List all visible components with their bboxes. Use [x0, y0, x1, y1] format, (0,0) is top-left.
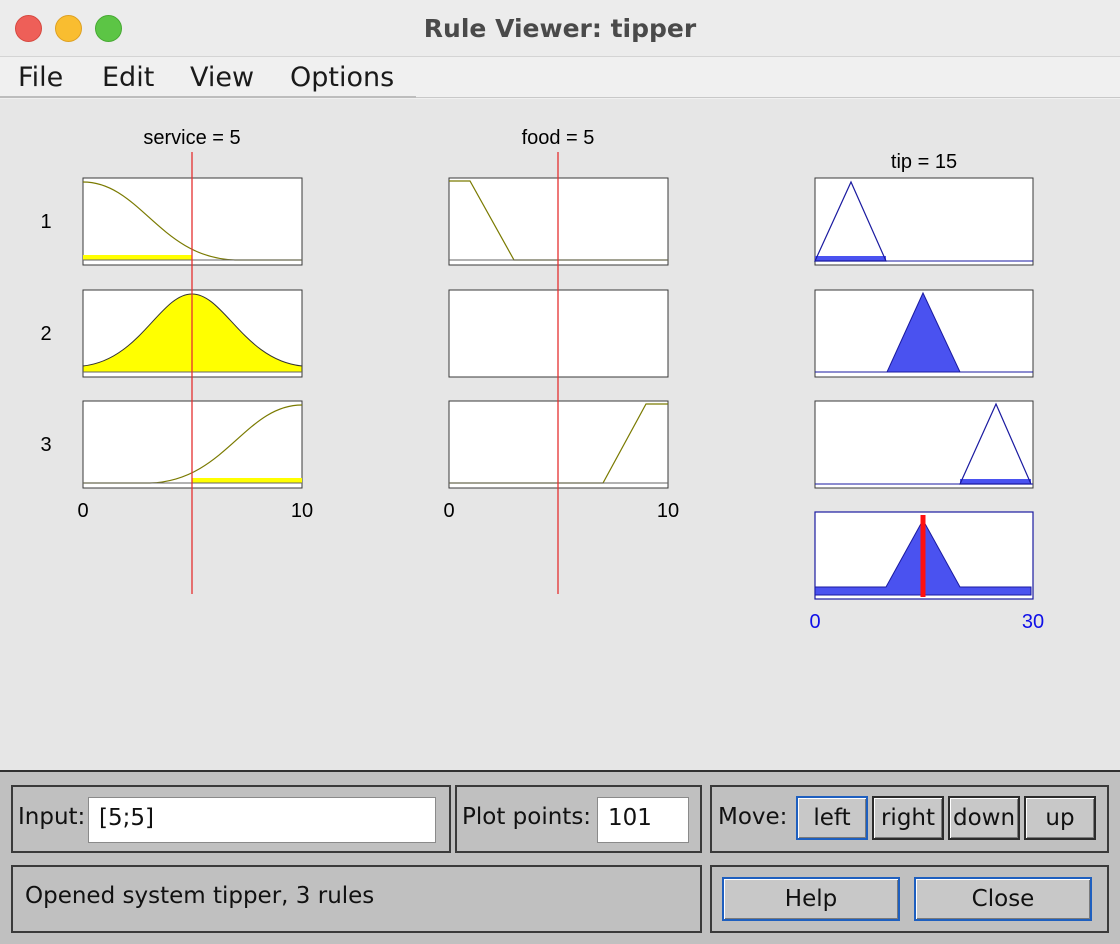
- move-right-button[interactable]: right: [872, 796, 944, 840]
- food-axis-min: 0: [443, 500, 454, 522]
- status-group: Opened system tipper, 3 rules: [11, 865, 702, 933]
- plot-points-field[interactable]: 101: [597, 797, 689, 843]
- tip-plot-rule-3[interactable]: [814, 400, 1034, 489]
- title-bar: Rule Viewer: tipper: [0, 0, 1120, 57]
- input-label: Input:: [18, 804, 86, 830]
- move-label: Move:: [718, 804, 788, 830]
- food-axis-max: 10: [657, 500, 679, 522]
- menu-divider: [0, 96, 416, 98]
- tip-plot-rule-2[interactable]: [814, 289, 1034, 378]
- menu-bar: File Edit View Options: [0, 57, 1120, 99]
- tip-plot-rule-1[interactable]: [814, 177, 1034, 266]
- help-close-group: Help Close: [710, 865, 1109, 933]
- close-button[interactable]: Close: [914, 877, 1092, 921]
- move-left-button[interactable]: left: [796, 796, 868, 840]
- rule-number-1: 1: [40, 211, 51, 233]
- tip-axis-max: 30: [1022, 611, 1044, 633]
- tip-header: tip = 15: [891, 151, 957, 173]
- input-field[interactable]: [5;5]: [88, 797, 436, 843]
- food-header: food = 5: [522, 127, 595, 149]
- tip-aggregate-plot[interactable]: [814, 511, 1034, 600]
- rule-plots-svg: service = 5 food = 5 tip = 15 1 2 3 0 10…: [40, 127, 1044, 633]
- tip-axis-min: 0: [809, 611, 820, 633]
- service-axis-min: 0: [77, 500, 88, 522]
- service-header: service = 5: [143, 127, 240, 149]
- plot-points-label: Plot points:: [462, 804, 592, 830]
- move-down-button[interactable]: down: [948, 796, 1020, 840]
- input-group: Input: [5;5]: [11, 785, 451, 853]
- menu-options[interactable]: Options: [290, 62, 394, 93]
- move-group: Move: left right down up: [710, 785, 1109, 853]
- control-panel: Input: [5;5] Plot points: 101 Move: left…: [0, 770, 1120, 944]
- menu-edit[interactable]: Edit: [102, 62, 154, 93]
- help-button[interactable]: Help: [722, 877, 900, 921]
- plot-points-group: Plot points: 101: [455, 785, 702, 853]
- window-title: Rule Viewer: tipper: [423, 14, 697, 43]
- menu-view[interactable]: View: [190, 62, 254, 93]
- rule-number-2: 2: [40, 323, 51, 345]
- service-axis-max: 10: [291, 500, 313, 522]
- status-text: Opened system tipper, 3 rules: [25, 883, 375, 909]
- rule-plot-area: service = 5 food = 5 tip = 15 1 2 3 0 10…: [0, 100, 1120, 770]
- menu-divider-right: [416, 97, 1120, 98]
- rule-number-3: 3: [40, 434, 51, 456]
- move-up-button[interactable]: up: [1024, 796, 1096, 840]
- menu-file[interactable]: File: [18, 62, 63, 93]
- rule-viewer-window: Rule Viewer: tipper File Edit View Optio…: [0, 0, 1120, 944]
